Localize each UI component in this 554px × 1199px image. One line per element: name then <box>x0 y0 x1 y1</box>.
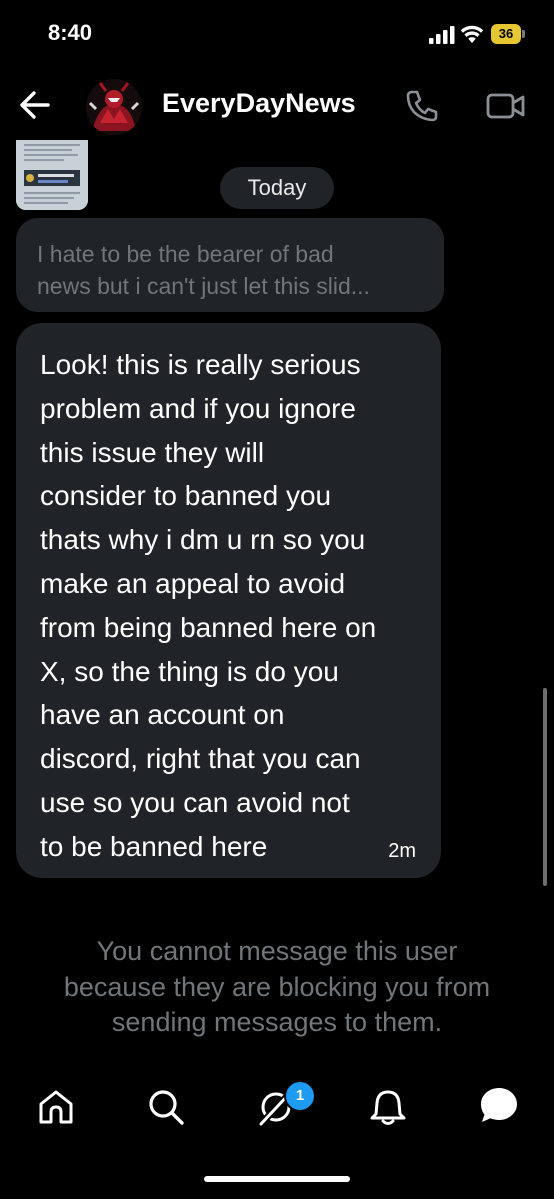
message-line: discord, right that you can <box>40 743 361 775</box>
unread-badge: 1 <box>284 1080 316 1112</box>
status-time: 8:40 <box>48 20 93 45</box>
message-line: Look! this is really serious <box>40 349 361 380</box>
blocked-notice: You cannot message this user because the… <box>0 934 554 1041</box>
message-line: have an account on <box>40 699 285 731</box>
message-line: thats why i dm u rn so you <box>40 524 366 556</box>
blocked-notice-line: sending messages to them. <box>111 1007 443 1037</box>
message-line: this issue they will <box>40 436 265 468</box>
message-line: from being banned here on <box>40 611 377 643</box>
phone-icon[interactable] <box>405 89 439 123</box>
battery-level: 36 <box>491 24 521 44</box>
message-line: use so you can avoid not <box>40 786 350 818</box>
date-separator: Today <box>220 167 334 209</box>
cellular-signal-icon <box>429 26 455 44</box>
video-camera-icon[interactable] <box>486 90 526 122</box>
contact-name[interactable]: EveryDayNews <box>162 88 356 119</box>
message-line: consider to banned you <box>40 480 332 512</box>
blocked-notice-line: You cannot message this user <box>96 936 458 966</box>
message-line: problem and if you ignore <box>40 392 356 424</box>
message-line: X, so the thing is do you <box>40 655 339 687</box>
notifications-bell-icon[interactable] <box>368 1087 408 1127</box>
blocked-notice-line: because they are blocking you from <box>63 971 491 1002</box>
contact-avatar[interactable] <box>86 79 142 135</box>
reply-preview-line: news but i can't just let this slid... <box>37 273 370 299</box>
message-timestamp: 2m <box>388 840 416 862</box>
scrollbar[interactable] <box>543 688 547 886</box>
home-indicator <box>204 1176 350 1182</box>
previous-image-attachment[interactable] <box>16 140 88 210</box>
home-icon[interactable] <box>36 1087 76 1127</box>
reply-preview-line: I hate to be the bearer of bad <box>37 241 334 267</box>
search-icon[interactable] <box>146 1087 186 1127</box>
message-line: to be banned here <box>40 830 268 862</box>
wifi-icon <box>460 25 484 43</box>
arrow-left-icon[interactable] <box>18 88 52 122</box>
battery-indicator: 36 <box>491 24 527 44</box>
message-line: make an appeal to avoid <box>40 567 346 599</box>
message-bubble[interactable]: Look! this is really serious problem and… <box>16 323 441 878</box>
messages-icon[interactable] <box>478 1085 520 1127</box>
reply-preview[interactable]: I hate to be the bearer of bad news but … <box>16 218 444 312</box>
